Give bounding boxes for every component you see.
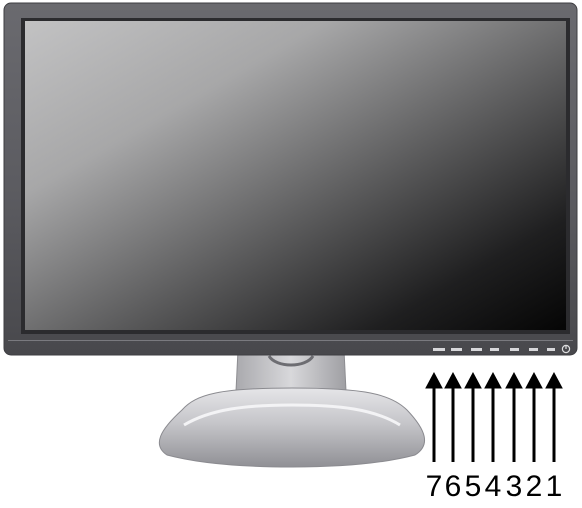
arrow-5-head bbox=[464, 371, 482, 389]
callout-number-6: 6 bbox=[444, 470, 462, 503]
arrow-2-head bbox=[525, 371, 543, 389]
bottom-bezel-highlight bbox=[8, 340, 573, 341]
monitor-base bbox=[158, 387, 426, 468]
button-5[interactable] bbox=[471, 348, 482, 351]
arrow-7-head bbox=[425, 371, 443, 389]
callout-arrows bbox=[425, 371, 563, 462]
button-3[interactable] bbox=[510, 348, 519, 351]
button-7[interactable] bbox=[433, 348, 445, 351]
callout-number-3: 3 bbox=[505, 470, 523, 503]
arrow-6-head bbox=[444, 371, 462, 389]
arrow-4-head bbox=[484, 371, 502, 389]
callout-number-4: 4 bbox=[484, 470, 502, 503]
callout-number-1: 1 bbox=[545, 470, 563, 503]
display-screen bbox=[25, 21, 566, 330]
button-6[interactable] bbox=[451, 348, 462, 351]
callout-number-5: 5 bbox=[464, 470, 482, 503]
arrow-3-head bbox=[505, 371, 523, 389]
button-2[interactable] bbox=[529, 348, 538, 351]
callout-number-2: 2 bbox=[525, 470, 543, 503]
button-4[interactable] bbox=[490, 348, 499, 351]
button-1[interactable] bbox=[547, 348, 555, 351]
arrow-1-head bbox=[545, 371, 563, 389]
monitor-illustration bbox=[3, 2, 578, 468]
